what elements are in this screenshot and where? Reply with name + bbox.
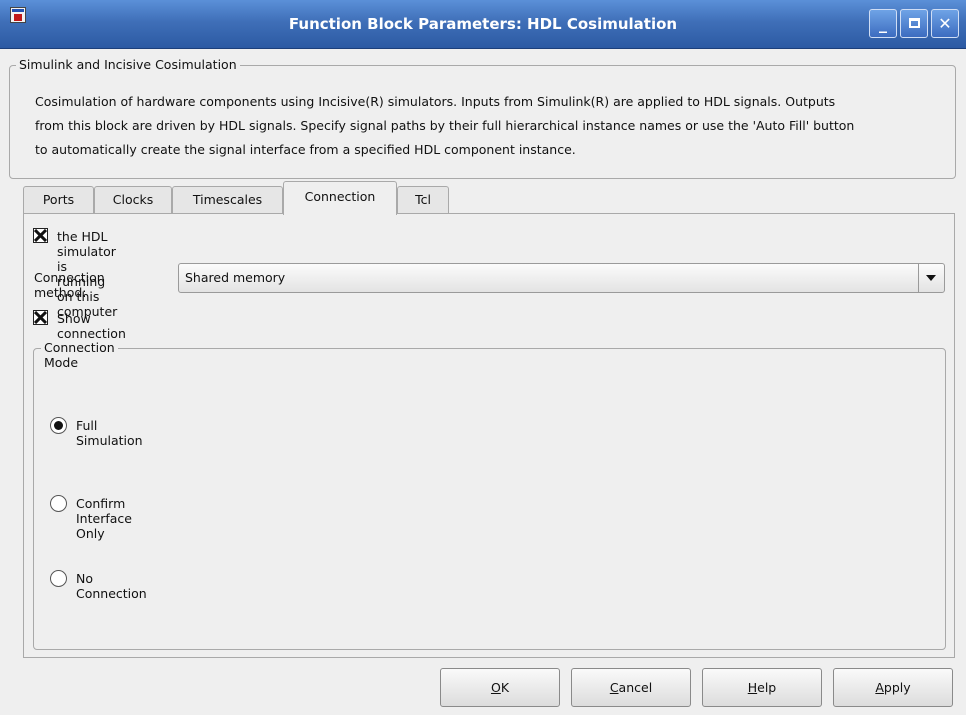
cancel-label-rest: ancel — [618, 680, 653, 695]
description-group-legend: Simulink and Incisive Cosimulation — [16, 57, 240, 72]
tab-timescales[interactable]: Timescales — [172, 186, 283, 213]
ok-button[interactable]: OK — [440, 668, 560, 707]
help-mnemonic: H — [747, 680, 758, 695]
close-icon: ✕ — [938, 14, 952, 33]
tab-tcl[interactable]: Tcl — [397, 186, 449, 213]
maximize-button[interactable] — [900, 9, 928, 38]
close-button[interactable]: ✕ — [931, 9, 959, 38]
help-button[interactable]: Help — [702, 668, 822, 707]
description-line-2: from this block are driven by HDL signal… — [35, 118, 855, 133]
connection-method-value: Shared memory — [185, 270, 286, 285]
ok-label-rest: K — [500, 680, 510, 695]
radio-selected-dot — [54, 421, 63, 430]
connection-mode-group — [33, 348, 946, 650]
show-info-checkbox[interactable] — [33, 310, 48, 325]
no-connection-radio[interactable] — [50, 570, 67, 587]
chevron-down-icon[interactable] — [918, 264, 944, 292]
connection-method-select[interactable]: Shared memory — [178, 263, 945, 293]
tab-connection[interactable]: Connection — [283, 181, 397, 215]
tab-clocks[interactable]: Clocks — [94, 186, 172, 213]
check-x-icon — [34, 229, 47, 242]
window-title: Function Block Parameters: HDL Cosimulat… — [288, 15, 678, 33]
ok-mnemonic: O — [490, 680, 501, 695]
minimize-icon: _ — [879, 14, 887, 33]
maximize-icon — [908, 18, 920, 28]
tab-ports[interactable]: Ports — [23, 186, 94, 213]
full-simulation-label: Full Simulation — [76, 418, 143, 448]
confirm-interface-label: Confirm Interface Only — [76, 496, 132, 541]
description-line-3: to automatically create the signal inter… — [35, 142, 576, 157]
help-label-rest: elp — [757, 680, 777, 695]
apply-mnemonic: A — [875, 680, 884, 695]
check-x-icon — [34, 311, 47, 324]
apply-button[interactable]: Apply — [833, 668, 953, 707]
title-bar[interactable]: Function Block Parameters: HDL Cosimulat… — [0, 0, 966, 49]
connection-method-label: Connection method: — [34, 270, 105, 300]
apply-label-rest: pply — [883, 680, 911, 695]
cancel-button[interactable]: Cancel — [571, 668, 691, 707]
cancel-mnemonic: C — [609, 680, 619, 695]
confirm-interface-radio[interactable] — [50, 495, 67, 512]
minimize-button[interactable]: _ — [869, 9, 897, 38]
full-simulation-radio[interactable] — [50, 417, 67, 434]
description-line-1: Cosimulation of hardware components usin… — [35, 94, 836, 109]
no-connection-label: No Connection — [76, 571, 147, 601]
local-sim-checkbox[interactable] — [33, 228, 48, 243]
connection-mode-legend: Connection Mode — [41, 340, 118, 370]
